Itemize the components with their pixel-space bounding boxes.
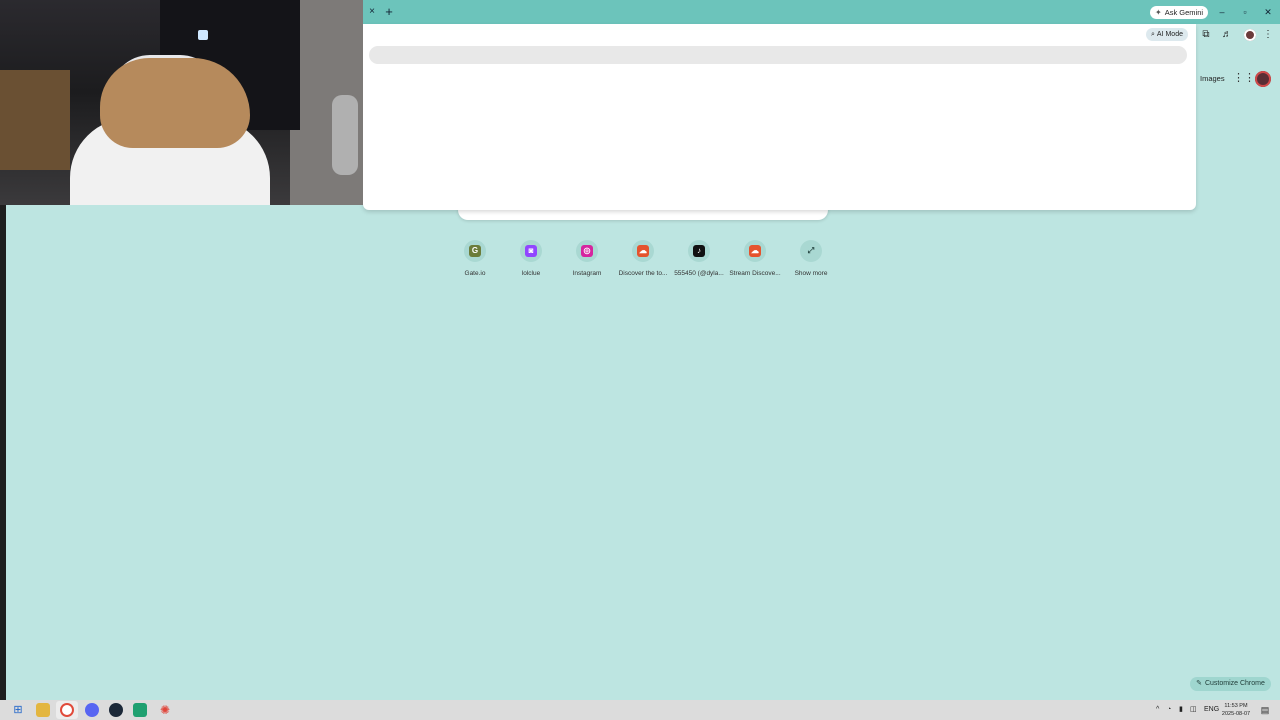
customize-chrome-button[interactable]: ✎ Customize Chrome bbox=[1190, 677, 1271, 691]
soundcloud-icon: ☁ bbox=[749, 245, 761, 257]
shortcut-icon-circle: ◎ bbox=[576, 240, 598, 262]
shortcut-label: lolclue bbox=[521, 270, 541, 277]
ask-gemini-label: Ask Gemini bbox=[1164, 8, 1204, 17]
account-avatar[interactable] bbox=[1255, 71, 1271, 87]
ask-gemini-button[interactable]: ✦ Ask Gemini bbox=[1150, 6, 1209, 19]
omnibox-input[interactable] bbox=[369, 46, 1187, 64]
ai-mode-label: AI Mode bbox=[1156, 31, 1183, 38]
microphone-icon[interactable]: ▮ bbox=[1179, 704, 1183, 716]
webcam-overlay bbox=[0, 0, 363, 205]
shortcut-label: Instagram bbox=[572, 270, 602, 277]
gemini-spark-icon: ✦ bbox=[1155, 8, 1162, 17]
shortcut-icon-circle: ☁ bbox=[632, 240, 654, 262]
ai-mode-search-icon: ⌕ bbox=[1151, 31, 1155, 38]
file-explorer-icon[interactable] bbox=[36, 703, 50, 717]
shortcut-icon-circle: ◙ bbox=[520, 240, 542, 262]
webcam-counter bbox=[0, 70, 70, 170]
new-tab-button[interactable]: + bbox=[382, 4, 396, 20]
expand-icon: ⤢ bbox=[805, 245, 817, 257]
steam-icon[interactable] bbox=[109, 703, 123, 717]
tiktok-icon: ♪ bbox=[693, 245, 705, 257]
soundcloud-icon: ☁ bbox=[637, 245, 649, 257]
shortcut-tile[interactable]: ⤢ Show more bbox=[783, 240, 839, 284]
twitch-icon: ◙ bbox=[525, 245, 537, 257]
volume-icon[interactable]: ◫ bbox=[1190, 704, 1197, 716]
clock[interactable]: 11:53 PM 2025-08-07 bbox=[1218, 702, 1254, 718]
shortcut-icon-circle: ⤢ bbox=[800, 240, 822, 262]
network-icon[interactable]: ◔ bbox=[1167, 704, 1171, 716]
shortcut-tile[interactable]: ☁ Discover the to... bbox=[615, 240, 671, 284]
shortcut-icon-circle: ♪ bbox=[688, 240, 710, 262]
windows-taskbar: ⊞ ✺ ^ ◔ ▮ ◫ ENG 11:53 PM 2025-08-07 ▤ bbox=[0, 700, 1280, 720]
gate-io-icon: G bbox=[469, 245, 481, 257]
shortcut-tile[interactable]: ♪ 555450 (@dyla... bbox=[671, 240, 727, 284]
chrome-icon[interactable] bbox=[60, 703, 74, 717]
shortcut-icon-circle: ☁ bbox=[744, 240, 766, 262]
shortcut-tile[interactable]: ◙ lolclue bbox=[503, 240, 559, 284]
shortcut-tile[interactable]: ◎ Instagram bbox=[559, 240, 615, 284]
instagram-icon: ◎ bbox=[581, 245, 593, 257]
maximize-button[interactable]: ▫ bbox=[1238, 6, 1252, 18]
shortcut-tile[interactable]: G Gate.io bbox=[447, 240, 503, 284]
shortcut-label: Discover the to... bbox=[618, 270, 668, 277]
tab-close-icon[interactable]: × bbox=[366, 6, 378, 18]
webcam-light bbox=[198, 30, 208, 40]
app-icon[interactable] bbox=[133, 703, 147, 717]
google-apps-icon[interactable]: ⋮⋮ bbox=[1233, 72, 1255, 84]
images-link[interactable]: Images bbox=[1200, 74, 1225, 83]
shortcut-label: Gate.io bbox=[464, 270, 486, 277]
close-window-button[interactable]: ✕ bbox=[1261, 6, 1275, 18]
extensions-icon[interactable]: ⧉ bbox=[1200, 29, 1212, 41]
profile-avatar[interactable] bbox=[1244, 29, 1256, 41]
shortcut-icon-circle: G bbox=[464, 240, 486, 262]
media-controls-icon[interactable]: ♬ bbox=[1221, 29, 1233, 41]
pencil-icon: ✎ bbox=[1196, 680, 1202, 687]
start-icon[interactable]: ⊞ bbox=[11, 703, 25, 717]
clock-date: 2025-08-07 bbox=[1221, 711, 1251, 717]
language-indicator[interactable]: ENG bbox=[1204, 704, 1219, 716]
more-menu-icon[interactable]: ⋮ bbox=[1262, 29, 1274, 41]
shortcut-label: Stream Discove... bbox=[729, 270, 781, 277]
webcam-microphone bbox=[332, 95, 358, 175]
shortcut-tile[interactable]: ☁ Stream Discove... bbox=[727, 240, 783, 284]
toolbar-right: ⧉ ♬ ⋮ bbox=[1196, 24, 1280, 46]
shortcut-label: 555450 (@dyla... bbox=[674, 270, 724, 277]
webcam-person-hair bbox=[100, 58, 250, 148]
notifications-icon[interactable]: ▤ bbox=[1259, 704, 1271, 716]
omnibox-dropdown: ⌕ AI Mode bbox=[363, 24, 1196, 210]
left-window-edge bbox=[0, 205, 6, 700]
customize-chrome-label: Customize Chrome bbox=[1204, 680, 1265, 687]
clock-time: 11:53 PM bbox=[1224, 703, 1248, 709]
minimize-button[interactable]: – bbox=[1215, 6, 1229, 18]
shortcut-label: Show more bbox=[794, 270, 828, 277]
starburst-app-icon[interactable]: ✺ bbox=[158, 703, 172, 717]
tray-overflow-icon[interactable]: ^ bbox=[1156, 704, 1159, 716]
ai-mode-button[interactable]: ⌕ AI Mode bbox=[1146, 28, 1188, 41]
discord-icon[interactable] bbox=[85, 703, 99, 717]
